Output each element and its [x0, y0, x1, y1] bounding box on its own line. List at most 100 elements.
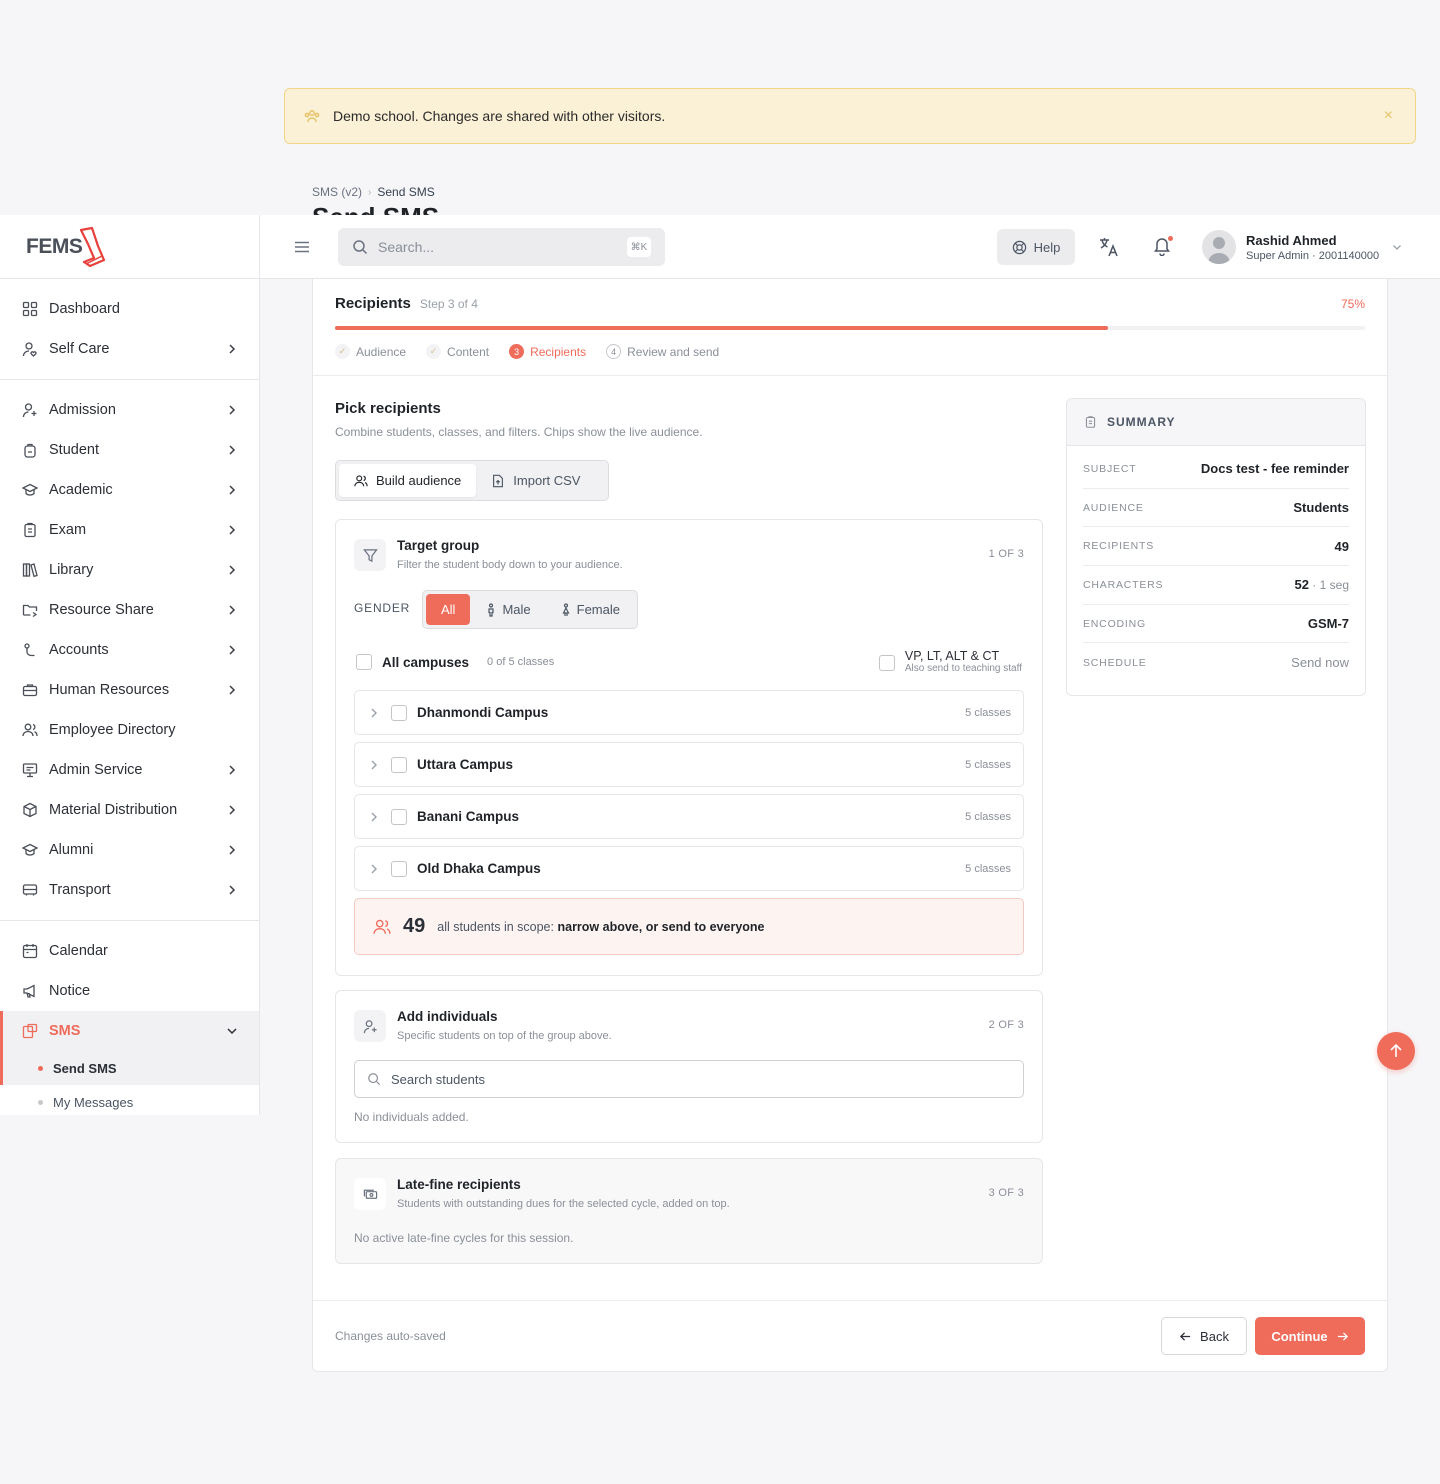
sidebar-item-student[interactable]: Student	[0, 430, 259, 470]
user-plus-icon	[354, 1010, 386, 1042]
campus-class-count: 5 classes	[965, 758, 1011, 771]
breadcrumb: SMS (v2) › Send SMS	[312, 185, 435, 199]
chevron-right-icon	[229, 565, 236, 575]
scope-hint: narrow above, or send to everyone	[557, 919, 765, 934]
folder-share-icon	[22, 604, 38, 618]
summary-panel: SUMMARY SUBJECT Docs test - fee reminder…	[1066, 398, 1366, 696]
sidebar-item-label: Admission	[49, 402, 116, 418]
campus-checkbox[interactable]	[391, 704, 407, 721]
step-audience[interactable]: ✓ Audience	[335, 344, 406, 359]
sidebar-item-calendar[interactable]: Calendar	[0, 931, 259, 971]
sidebar-item-label: Employee Directory	[49, 722, 176, 738]
translate-icon[interactable]	[1098, 236, 1120, 258]
teaching-staff-option: VP, LT, ALT & CT Also send to teaching s…	[878, 649, 1022, 674]
top-bar: Search... ⌘K Help Rashid Ahmed Super Adm…	[260, 215, 1440, 279]
teaching-staff-checkbox[interactable]	[878, 655, 895, 671]
section-title: Late-fine recipients	[397, 1177, 521, 1192]
message-icon	[22, 1023, 38, 1039]
campus-class-count: 5 classes	[965, 862, 1011, 875]
segment-count: · 1 seg	[1308, 578, 1349, 593]
avatar	[1202, 230, 1236, 264]
campus-checkbox[interactable]	[391, 860, 407, 877]
sidebar-item-accounts[interactable]: Accounts	[0, 630, 259, 670]
user-name: Rashid Ahmed	[1246, 232, 1337, 248]
import-csv-tab[interactable]: Import CSV	[476, 464, 595, 497]
campus-name: Banani Campus	[417, 809, 520, 824]
all-campuses-checkbox[interactable]	[356, 654, 372, 670]
campus-checkbox[interactable]	[391, 808, 407, 825]
progress-bar	[335, 326, 1365, 330]
step-review[interactable]: 4 Review and send	[606, 344, 719, 359]
sidebar-item-notice[interactable]: Notice	[0, 971, 259, 1011]
campus-checkbox[interactable]	[391, 756, 407, 773]
sidebar-item-sms[interactable]: SMS	[0, 1011, 259, 1051]
campus-row[interactable]: Dhanmondi Campus 5 classes	[354, 690, 1024, 735]
user-heart-icon	[22, 342, 37, 357]
sidebar-item-label: Notice	[49, 983, 91, 999]
app-logo[interactable]: FEMS	[0, 215, 259, 279]
sidebar-item-label: SMS	[49, 1023, 81, 1039]
sidebar-item-material-distribution[interactable]: Material Distribution	[0, 790, 259, 830]
gender-option-male[interactable]: Male	[472, 594, 544, 625]
sidebar-subitem-send-sms[interactable]: Send SMS	[0, 1051, 259, 1085]
student-search-input[interactable]: Search students	[354, 1060, 1024, 1098]
sidebar-item-human-resources[interactable]: Human Resources	[0, 670, 259, 710]
sidebar-item-exam[interactable]: Exam	[0, 510, 259, 550]
sidebar-item-label: Transport	[49, 882, 111, 898]
banner-text: Demo school. Changes are shared with oth…	[333, 108, 666, 124]
help-button[interactable]: Help	[997, 229, 1075, 265]
sidebar-item-library[interactable]: Library	[0, 550, 259, 590]
chevron-right-icon	[229, 885, 236, 895]
breadcrumb-parent[interactable]: SMS (v2)	[312, 185, 362, 199]
back-button[interactable]: Back	[1161, 1317, 1247, 1355]
scroll-to-top-button[interactable]	[1377, 1032, 1415, 1070]
chevron-down-icon	[227, 1028, 237, 1035]
menu-icon[interactable]	[294, 239, 310, 255]
section-counter: 2 OF 3	[988, 1019, 1024, 1031]
character-count: 52	[1294, 577, 1309, 593]
campus-row[interactable]: Uttara Campus 5 classes	[354, 742, 1024, 787]
notification-bell-icon[interactable]	[1153, 236, 1173, 256]
close-icon[interactable]: ×	[1384, 107, 1393, 125]
summary-row: SUBJECT Docs test - fee reminder	[1083, 450, 1349, 489]
global-search-input[interactable]: Search... ⌘K	[338, 228, 665, 266]
chevron-right-icon[interactable]	[369, 707, 379, 719]
sidebar-item-resource-share[interactable]: Resource Share	[0, 590, 259, 630]
sidebar-item-label: Self Care	[49, 341, 110, 357]
summary-value: Docs test - fee reminder	[1200, 461, 1349, 477]
campus-row[interactable]: Old Dhaka Campus 5 classes	[354, 846, 1024, 891]
empty-state: No individuals added.	[354, 1110, 469, 1124]
sidebar-item-alumni[interactable]: Alumni	[0, 830, 259, 870]
calendar-icon	[22, 944, 38, 959]
continue-button[interactable]: Continue	[1255, 1317, 1365, 1355]
sidebar-item-employee-directory[interactable]: Employee Directory	[0, 710, 259, 750]
summary-value: Students	[1293, 500, 1349, 516]
step-recipients[interactable]: 3 Recipients	[509, 344, 586, 359]
summary-header: SUMMARY	[1067, 399, 1365, 446]
megaphone-icon	[23, 984, 35, 998]
sidebar-subitem-my-messages[interactable]: My Messages	[0, 1085, 259, 1119]
arrow-up-icon	[1390, 1043, 1402, 1057]
sidebar-item-academic[interactable]: Academic	[0, 470, 259, 510]
chevron-right-icon	[229, 405, 236, 415]
sidebar-item-dashboard[interactable]: Dashboard	[0, 289, 259, 329]
user-menu[interactable]: Rashid Ahmed Super Admin · 2001140000	[1202, 230, 1403, 264]
step-content[interactable]: ✓ Content	[426, 344, 489, 359]
chevron-right-icon[interactable]	[369, 811, 379, 823]
arrow-right-icon	[1337, 1331, 1348, 1341]
male-icon	[488, 602, 495, 617]
campus-name: Uttara Campus	[417, 757, 514, 772]
gender-option-all[interactable]: All	[426, 594, 471, 625]
scope-count: 49	[403, 915, 426, 937]
sidebar-item-transport[interactable]: Transport	[0, 870, 259, 910]
chevron-right-icon[interactable]	[369, 759, 379, 771]
summary-row: ENCODING GSM-7	[1083, 605, 1349, 644]
sidebar-item-admin-service[interactable]: Admin Service	[0, 750, 259, 790]
users-icon	[373, 919, 391, 934]
gender-option-female[interactable]: Female	[547, 594, 634, 625]
chevron-right-icon[interactable]	[369, 863, 379, 875]
sidebar-item-admission[interactable]: Admission	[0, 390, 259, 430]
build-audience-tab[interactable]: Build audience	[339, 464, 477, 497]
campus-row[interactable]: Banani Campus 5 classes	[354, 794, 1024, 839]
sidebar-item-self-care[interactable]: Self Care	[0, 329, 259, 369]
